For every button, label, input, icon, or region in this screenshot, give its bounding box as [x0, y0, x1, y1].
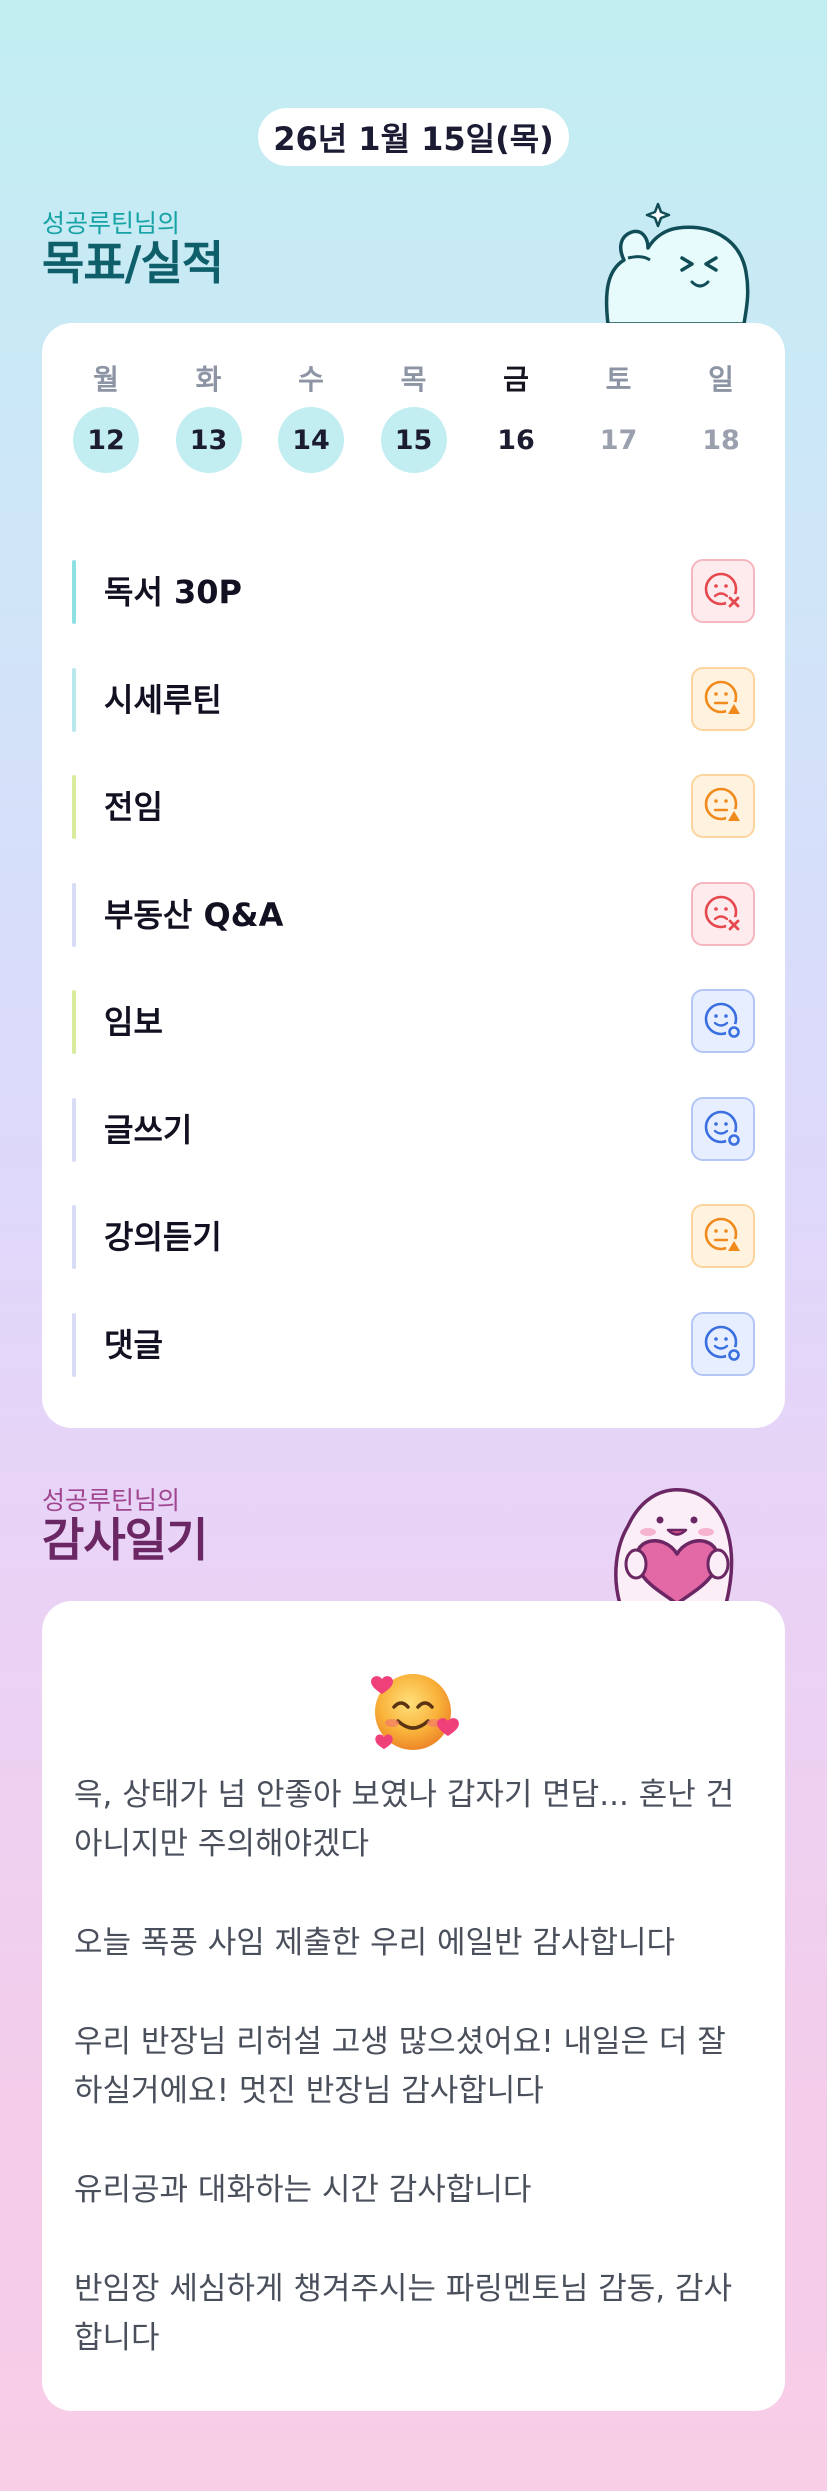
goal-item[interactable]: 임보: [72, 968, 755, 1076]
smiling-face-with-hearts-icon: [371, 1674, 459, 1750]
day-name: 금: [503, 363, 529, 396]
status-triangle-face-icon[interactable]: [691, 774, 755, 838]
goal-label: 시세루틴: [104, 680, 222, 719]
goals-subtitle: 성공루틴님의: [42, 209, 181, 238]
day-number: 13: [175, 407, 242, 473]
goal-color-bar: [72, 667, 76, 732]
goal-label: 독서 30P: [104, 573, 243, 611]
gratitude-subtitle: 성공루틴님의: [42, 1486, 181, 1515]
day-name: 목: [400, 363, 427, 396]
goal-label: 글쓰기: [104, 1110, 193, 1149]
week-strip: 월 12 화 13 수 14 목 15 금 16 토 17 일 18: [72, 363, 755, 473]
gratitude-entry: 오늘 폭풍 사임 제출한 우리 에일반 감사합니다: [74, 1925, 676, 1961]
goal-item[interactable]: 글쓰기: [72, 1076, 755, 1184]
thumbs-up-mascot-icon: [604, 202, 750, 324]
day-name: 토: [605, 363, 632, 396]
goal-item[interactable]: 독서 30P: [72, 538, 755, 646]
goal-color-bar: [72, 882, 76, 947]
goal-list: 독서 30P 시세루틴 전임 부동산 Q&A 임보 글쓰기 강의듣기 댓글: [72, 538, 755, 1398]
goal-color-bar: [72, 990, 76, 1054]
goal-item[interactable]: 전임: [72, 753, 755, 861]
day-name: 수: [298, 363, 324, 396]
heart-hug-mascot-icon: [614, 1488, 734, 1604]
goal-item[interactable]: 부동산 Q&A: [72, 861, 755, 969]
date-pill[interactable]: 26년 1월 15일(목): [258, 108, 569, 166]
day-tue[interactable]: 화 13: [175, 363, 243, 473]
goal-color-bar: [72, 1205, 76, 1269]
goal-item[interactable]: 시세루틴: [72, 646, 755, 754]
goal-label: 댓글: [104, 1325, 163, 1364]
goals-section-title: 성공루틴님의 목표/실적: [42, 209, 224, 290]
day-number: 17: [599, 424, 638, 456]
status-circle-face-icon[interactable]: [691, 1096, 755, 1161]
gratitude-entry: 윽, 상태가 넘 안좋아 보였나 갑자기 면담... 혼난 건 아니지만 주의해…: [74, 1777, 735, 1862]
goal-color-bar: [72, 1097, 76, 1162]
status-triangle-face-icon[interactable]: [691, 1204, 755, 1268]
day-fri[interactable]: 금 16: [482, 363, 550, 473]
goal-color-bar: [72, 1312, 76, 1377]
goals-title: 목표/실적: [42, 236, 224, 290]
gratitude-section-title: 성공루틴님의 감사일기: [42, 1486, 208, 1567]
day-number: 14: [278, 407, 344, 473]
gratitude-card: 윽, 상태가 넘 안좋아 보였나 갑자기 면담... 혼난 건 아니지만 주의해…: [42, 1601, 785, 2411]
day-name: 화: [195, 363, 222, 396]
goal-item[interactable]: 강의듣기: [72, 1183, 755, 1291]
goal-label: 전임: [104, 788, 163, 826]
goal-label: 부동산 Q&A: [104, 895, 284, 934]
day-thu[interactable]: 목 15: [380, 363, 448, 473]
goal-label: 강의듣기: [104, 1218, 222, 1256]
gratitude-entries: 윽, 상태가 넘 안좋아 보였나 갑자기 면담... 혼난 건 아니지만 주의해…: [74, 1771, 754, 2413]
goal-item[interactable]: 댓글: [72, 1291, 755, 1399]
goals-card: 월 12 화 13 수 14 목 15 금 16 토 17 일 18 독서 30…: [42, 323, 785, 1428]
goal-label: 임보: [104, 1003, 163, 1041]
day-sat[interactable]: 토 17: [585, 363, 653, 473]
day-sun[interactable]: 일 18: [687, 363, 755, 473]
goal-color-bar: [72, 560, 76, 624]
day-name: 일: [708, 363, 734, 396]
gratitude-title: 감사일기: [42, 1513, 208, 1567]
status-circle-face-icon[interactable]: [691, 989, 755, 1053]
day-name: 월: [93, 363, 119, 396]
day-number: 16: [497, 424, 535, 456]
gratitude-entry: 반임장 세심하게 챙겨주시는 파링멘토님 감동, 감사합니다: [74, 2271, 733, 2356]
gratitude-entry: 우리 반장님 리허설 고생 많으셨어요! 내일은 더 잘하실거에요! 멋진 반장…: [74, 2024, 726, 2109]
gratitude-entry: 유리공과 대화하는 시간 감사합니다: [74, 2172, 532, 2208]
day-number: 15: [380, 407, 447, 473]
status-triangle-face-icon[interactable]: [691, 666, 755, 731]
day-wed[interactable]: 수 14: [277, 363, 345, 473]
goal-color-bar: [72, 775, 76, 839]
day-number: 12: [73, 407, 139, 473]
status-x-face-icon[interactable]: [691, 559, 755, 623]
day-mon[interactable]: 월 12: [72, 363, 140, 473]
day-number: 18: [702, 424, 740, 456]
status-x-face-icon[interactable]: [691, 881, 755, 946]
status-circle-face-icon[interactable]: [691, 1311, 755, 1376]
